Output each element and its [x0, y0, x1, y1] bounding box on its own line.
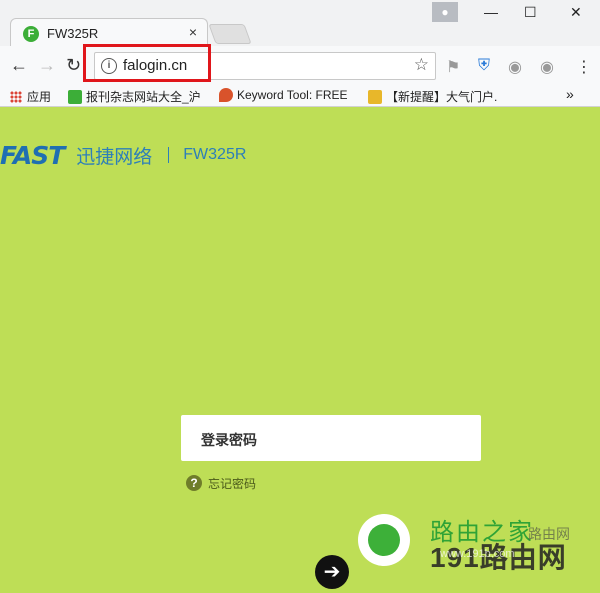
model-name: FW325R	[183, 146, 247, 163]
brand-header: FAST 迅捷网络 FW325R	[0, 140, 246, 170]
bookmark-label: 【新提醒】大气门户.	[386, 90, 498, 104]
bookmark-item[interactable]: 报刊杂志网站大全_沪	[68, 88, 201, 105]
extension-icon[interactable]: ⚑	[446, 57, 460, 77]
login-arrow-button[interactable]: ➔	[315, 555, 349, 589]
forgot-password-label: 忘记密码	[208, 476, 257, 491]
fast-favicon-icon: F	[23, 26, 39, 42]
password-input[interactable]: 登录密码	[181, 415, 481, 461]
bookmark-apps[interactable]: 应用	[10, 88, 51, 105]
tab-title: FW325R	[47, 26, 99, 41]
refresh-favicon-icon	[68, 90, 82, 104]
shield-extension-icon[interactable]: ⛨	[478, 57, 490, 75]
flame-favicon-icon	[219, 88, 233, 102]
tab-close-icon[interactable]: ×	[189, 24, 197, 40]
bookmark-star-icon[interactable]: ☆	[414, 55, 429, 75]
forgot-password-link[interactable]: ? 忘记密码	[186, 474, 256, 492]
apps-grid-icon	[10, 91, 22, 103]
question-icon: ?	[186, 475, 202, 491]
person-icon[interactable]: ●	[432, 2, 458, 22]
back-button[interactable]: ←	[10, 55, 28, 76]
menu-icon[interactable]: ⋮	[576, 57, 592, 77]
new-tab-button[interactable]	[208, 24, 252, 44]
leaf-icon	[368, 524, 400, 556]
fast-logo: FAST	[0, 140, 65, 170]
bookmarks-more-icon[interactable]: »	[566, 86, 574, 102]
window-close-button[interactable]: ✕	[570, 4, 582, 21]
reload-button[interactable]: ↻	[66, 55, 81, 76]
bookmark-label: 报刊杂志网站大全_沪	[86, 90, 201, 104]
url-highlight-box	[83, 44, 211, 82]
trophy-favicon-icon	[368, 90, 382, 104]
bookmark-item[interactable]: Keyword Tool: FREE	[219, 88, 348, 102]
brand-divider	[168, 147, 170, 163]
extension-icon[interactable]: ◉	[508, 57, 522, 77]
bookmark-label: Keyword Tool: FREE	[237, 88, 348, 102]
browser-tab[interactable]: F FW325R ×	[10, 18, 208, 47]
maximize-button[interactable]: ☐	[524, 4, 537, 21]
extension-icon[interactable]: ◉	[540, 57, 554, 77]
tab-strip: F FW325R × ● — ☐ ✕	[0, 0, 600, 47]
password-placeholder: 登录密码	[201, 432, 257, 448]
forward-button[interactable]: →	[38, 55, 56, 76]
bookmarks-bar: 应用 报刊杂志网站大全_沪 Keyword Tool: FREE 【新提醒】大气…	[0, 86, 600, 107]
bookmark-item[interactable]: 【新提醒】大气门户.	[368, 88, 497, 105]
watermark-url: www.191b.com	[440, 548, 515, 560]
minimize-button[interactable]: —	[484, 4, 498, 20]
brand-chinese-name: 迅捷网络	[76, 146, 153, 168]
bookmark-label: 应用	[27, 90, 52, 104]
